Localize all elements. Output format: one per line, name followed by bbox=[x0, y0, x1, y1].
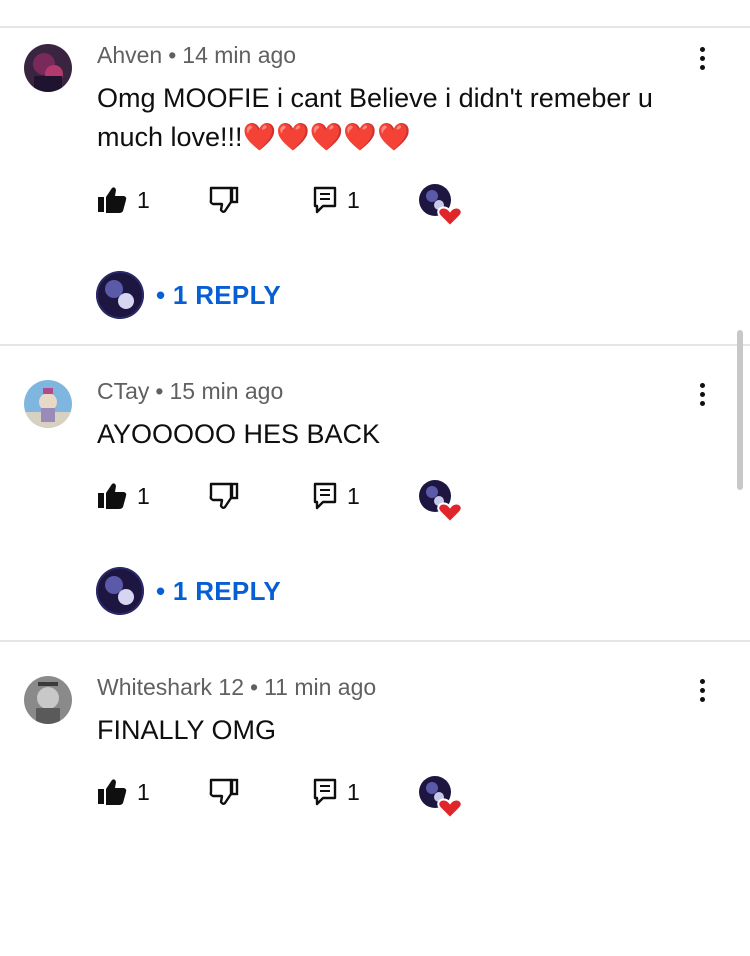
comment-meta: Ahven • 14 min ago bbox=[97, 42, 296, 69]
comment-item: Ahven • 14 min ago Omg MOOFIE i cant Belie… bbox=[0, 28, 750, 324]
comment-meta: Whiteshark 12 • 11 min ago bbox=[97, 674, 376, 701]
comment-text: FINALLY OMG bbox=[97, 715, 277, 745]
creator-heart-icon bbox=[418, 479, 463, 524]
like-icon bbox=[98, 187, 127, 213]
like-count: 1 bbox=[137, 778, 150, 805]
reply-avatar bbox=[96, 271, 144, 319]
dislike-icon bbox=[209, 482, 239, 509]
author-name[interactable]: CTay bbox=[97, 378, 149, 404]
divider bbox=[0, 640, 750, 642]
avatar[interactable] bbox=[24, 380, 72, 428]
meta-separator: • bbox=[250, 674, 259, 700]
comment-item: CTay • 15 min ago AYOOOOO HES BACK 1 1 •… bbox=[0, 364, 750, 660]
comment-time: 15 min ago bbox=[169, 378, 284, 404]
view-replies[interactable]: • 1 REPLY bbox=[96, 567, 281, 615]
more-vert-icon[interactable] bbox=[690, 676, 714, 708]
scrollbar[interactable] bbox=[737, 330, 743, 490]
like-button[interactable]: 1 bbox=[97, 186, 150, 214]
reply-count: 1 bbox=[347, 186, 360, 213]
author-name[interactable]: Ahven bbox=[97, 42, 162, 68]
meta-separator: • bbox=[168, 42, 177, 68]
comment-time: 14 min ago bbox=[182, 42, 297, 68]
comment-meta: CTay • 15 min ago bbox=[97, 378, 283, 405]
comment-item: Whiteshark 12 • 11 min ago FINALLY OMG 1 1 bbox=[0, 660, 750, 956]
comment-text: Omg MOOFIE i cant Believe i didn't remeb… bbox=[97, 83, 653, 152]
reply-icon bbox=[313, 482, 337, 510]
reply-icon bbox=[313, 186, 337, 214]
reply-avatar bbox=[96, 567, 144, 615]
author-name[interactable]: Whiteshark 12 bbox=[97, 674, 244, 700]
view-replies[interactable]: • 1 REPLY bbox=[96, 271, 281, 319]
reply-button[interactable]: 1 bbox=[313, 482, 360, 510]
creator-heart-icon bbox=[418, 775, 463, 820]
comment-text: AYOOOOO HES BACK bbox=[97, 419, 381, 449]
divider bbox=[0, 344, 750, 346]
avatar[interactable] bbox=[24, 676, 72, 724]
reply-button[interactable]: 1 bbox=[313, 186, 360, 214]
view-replies-link[interactable]: • 1 REPLY bbox=[156, 576, 281, 607]
meta-separator: • bbox=[155, 378, 164, 404]
reply-count: 1 bbox=[347, 482, 360, 509]
view-replies-link[interactable]: • 1 REPLY bbox=[156, 280, 281, 311]
reply-count: 1 bbox=[347, 778, 360, 805]
more-vert-icon[interactable] bbox=[690, 44, 714, 76]
comment-time: 11 min ago bbox=[264, 674, 377, 700]
like-icon bbox=[98, 483, 127, 509]
creator-heart-icon bbox=[418, 183, 463, 228]
avatar[interactable] bbox=[24, 44, 72, 92]
dislike-button[interactable] bbox=[209, 186, 239, 214]
like-count: 1 bbox=[137, 186, 150, 213]
more-vert-icon[interactable] bbox=[690, 380, 714, 412]
dislike-icon bbox=[209, 186, 239, 213]
like-count: 1 bbox=[137, 482, 150, 509]
dislike-button[interactable] bbox=[209, 482, 239, 510]
like-button[interactable]: 1 bbox=[97, 482, 150, 510]
